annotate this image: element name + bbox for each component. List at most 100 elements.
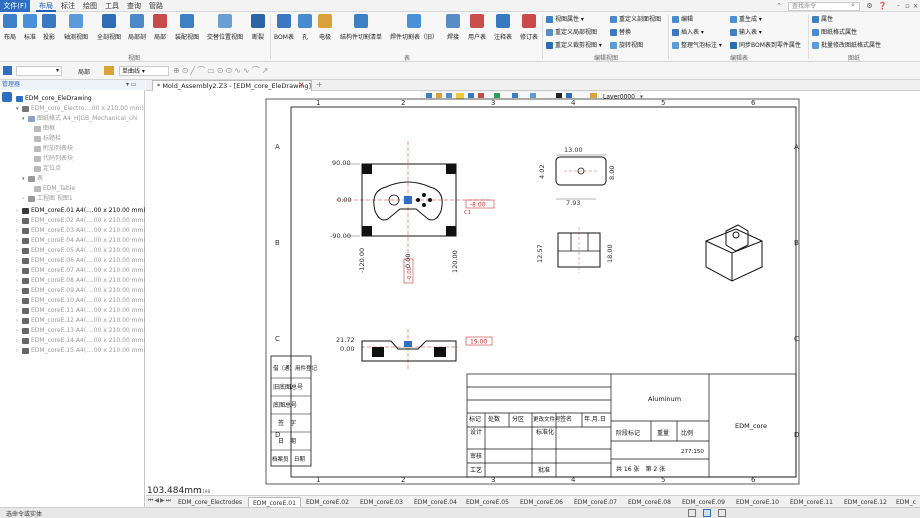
tree-item[interactable]: 代码列表块: [28, 154, 73, 164]
tree-item[interactable]: › EDM_coreE.06 A4(....00 x 210.00 mm): [16, 256, 146, 266]
batch-format-button[interactable]: 批量修改图纸格式属性: [812, 40, 881, 52]
tree-item[interactable]: › EDM_coreE.14 A4(....00 x 210.00 mm): [16, 336, 146, 346]
hole-table-button[interactable]: 孔: [298, 14, 312, 41]
break-view-button[interactable]: 断裂: [248, 14, 268, 41]
local-label[interactable]: 局部: [78, 67, 90, 76]
arrange-balloons-button[interactable]: 整理气泡标注 ▾: [672, 40, 722, 52]
drawing-canvas[interactable]: Layer0000 ▾ 112233445566AABBCCDD 90.00 0…: [146, 90, 920, 496]
sync-bom-button[interactable]: 同步BOM表到零件属性: [730, 40, 801, 52]
grid-toggle-icon[interactable]: [688, 509, 696, 517]
tree-item[interactable]: › EDM_coreE.08 A4(....00 x 210.00 mm): [16, 276, 146, 286]
status-text: 选命令或实体: [6, 511, 43, 518]
tree-item[interactable]: › 工程图 视图1: [22, 194, 73, 204]
standard-view-button[interactable]: 标准: [21, 14, 39, 41]
tree-item[interactable]: › EDM_coreE.01 A4(....00 x 210.00 mm): [16, 206, 146, 216]
tree-item[interactable]: › EDM_coreE.03 A4(....00 x 210.00 mm): [16, 226, 146, 236]
assembly-view-button[interactable]: 装配视图: [172, 14, 202, 41]
filter-icon[interactable]: [3, 66, 12, 75]
tree-item[interactable]: › EDM_coreE.10 A4(....00 x 210.00 mm): [16, 296, 146, 306]
search-input[interactable]: 查找命令: [788, 2, 860, 11]
menu-layout[interactable]: 布局: [36, 0, 56, 12]
tree-item[interactable]: ▾ 图纸格式 A4_H|GB_Mechanical_chi: [22, 114, 138, 124]
revision-table-button[interactable]: 修订表: [518, 14, 540, 41]
rotate-view-button[interactable]: 旋转视图: [610, 40, 643, 52]
tree-item[interactable]: › EDM_coreE.09 A4(....00 x 210.00 mm): [16, 286, 146, 296]
tree-item[interactable]: › EDM_coreE.05 A4(....00 x 210.00 mm): [16, 246, 146, 256]
tree-item[interactable]: 附加列表块: [28, 144, 73, 154]
document-tab[interactable]: * Mold_Assembly2.Z3 - [EDM_core_EleDrawi…: [152, 80, 312, 91]
regenerate-button[interactable]: 重生成 ▾: [730, 14, 762, 26]
tree-item[interactable]: › EDM_coreE.04 A4(....00 x 210.00 mm): [16, 236, 146, 246]
svg-text:120.00: 120.00: [451, 250, 459, 273]
menu-piping[interactable]: 管路: [146, 0, 166, 12]
menu-annotate[interactable]: 标注: [58, 0, 78, 12]
file-menu[interactable]: 文件(F): [0, 0, 30, 12]
tree-item[interactable]: › EDM_coreE.15 A4(....00 x 210.00 mm): [16, 346, 146, 356]
redefine-crop-view-button[interactable]: 重定义裁剪视图 ▾: [546, 40, 602, 52]
tree-item[interactable]: › EDM_coreE.12 A4(....00 x 210.00 mm): [16, 316, 146, 326]
cut-list-button[interactable]: 结构件切割清单: [336, 14, 386, 41]
redefine-local-view-button[interactable]: 重定义局部视图: [546, 27, 597, 39]
tree-item[interactable]: 图框: [28, 124, 55, 134]
snap-tools-icons[interactable]: ⊕⊙╱⌒▭⊙⊙∿∿⌒↗: [173, 65, 270, 76]
tree-item[interactable]: EDM_Table: [28, 184, 75, 194]
tree-item[interactable]: › EDM_coreE.13 A4(....00 x 210.00 mm): [16, 326, 146, 336]
pin-icon[interactable]: ▾ ▭: [126, 81, 137, 88]
tree-item-label: EDM_coreE.02 A4(....00 x 210.00 mm): [31, 217, 146, 224]
weld-table-button[interactable]: 焊接: [444, 14, 462, 41]
tree-item[interactable]: › EDM_coreE.02 A4(....00 x 210.00 mm): [16, 216, 146, 226]
curve-type-dropdown[interactable]: 单曲线 ▾: [119, 66, 169, 76]
close-tab-icon[interactable]: ×: [298, 80, 305, 89]
tree-item-label: EDM_coreE.06 A4(....00 x 210.00 mm): [31, 257, 146, 264]
note-table-button[interactable]: 注释表: [492, 14, 514, 41]
tree-item[interactable]: › EDM_coreE.07 A4(....00 x 210.00 mm): [16, 266, 146, 276]
tree-item[interactable]: 定位点: [28, 164, 61, 174]
settings-icon[interactable]: ⚙: [865, 1, 874, 11]
filter-dropdown[interactable]: ▾: [16, 66, 62, 76]
tree-item[interactable]: › EDM_coreE.11 A4(....00 x 210.00 mm): [16, 306, 146, 316]
projection-icon: [42, 14, 56, 28]
redefine-section-view-button[interactable]: 重定义剖面视图: [610, 14, 661, 26]
edit-table-button[interactable]: 编辑: [672, 14, 693, 26]
view-mode-icon[interactable]: [703, 509, 711, 517]
curve-icon[interactable]: [104, 66, 114, 75]
add-tab-icon[interactable]: +: [316, 80, 323, 89]
tree-node-icon: [34, 135, 41, 142]
import-table-button[interactable]: 输入表 ▾: [730, 27, 762, 39]
tree-item[interactable]: ▾ EDM_core_Electro....00 x 210.00 mm): [16, 104, 144, 114]
up-arrow-icon[interactable]: ⌃: [776, 2, 782, 10]
sheet-properties-button[interactable]: 属性: [812, 14, 833, 26]
view-properties-button[interactable]: 视图属性 ▾: [546, 14, 584, 26]
tree-item[interactable]: 标题栏: [28, 134, 61, 144]
menu-query[interactable]: 查询: [124, 0, 144, 12]
layout-button[interactable]: 布局: [2, 14, 18, 41]
bom-table-button[interactable]: BOM表: [272, 14, 296, 41]
search-icon[interactable]: ⌕: [851, 1, 855, 10]
minimize-button[interactable]: -: [894, 1, 903, 11]
replace-button[interactable]: 替换: [610, 27, 631, 39]
alternate-position-button[interactable]: 交替位置视图: [204, 14, 246, 41]
layout-mode-icon[interactable]: [718, 509, 726, 517]
tree-node-icon: [22, 237, 29, 244]
assembly-view-icon: [180, 14, 194, 28]
weld-cut-list-button[interactable]: 焊件切割表（旧）: [390, 14, 438, 41]
close-button[interactable]: ×: [911, 1, 920, 11]
svg-text:21.72: 21.72: [336, 336, 355, 344]
tree-item[interactable]: EDM_core_EleDrawing: [10, 94, 92, 104]
local-section-button[interactable]: 局部剖: [126, 14, 148, 41]
local-view-button[interactable]: 局部: [150, 14, 170, 41]
projection-button[interactable]: 投影: [40, 14, 58, 41]
tree-item[interactable]: ▾ 表: [22, 174, 43, 184]
tab-nav-icons[interactable]: ⏮◀▶⏭: [148, 497, 172, 505]
full-section-button[interactable]: 全剖视图: [94, 14, 124, 41]
help-icon[interactable]: ❓: [878, 1, 887, 11]
sheet-format-properties-button[interactable]: 图纸格式属性: [812, 27, 857, 39]
menu-tools[interactable]: 工具: [102, 0, 122, 12]
tree-item-label: EDM_coreE.14 A4(....00 x 210.00 mm): [31, 337, 146, 344]
axonometric-view-button[interactable]: 轴测视图: [60, 14, 92, 41]
user-table-button[interactable]: 用户表: [466, 14, 488, 41]
svg-text:处数: 处数: [488, 415, 500, 423]
insert-table-button[interactable]: 插入表 ▾: [672, 27, 704, 39]
menu-draw[interactable]: 绘图: [80, 0, 100, 12]
electrode-table-button[interactable]: 电极: [316, 14, 334, 41]
